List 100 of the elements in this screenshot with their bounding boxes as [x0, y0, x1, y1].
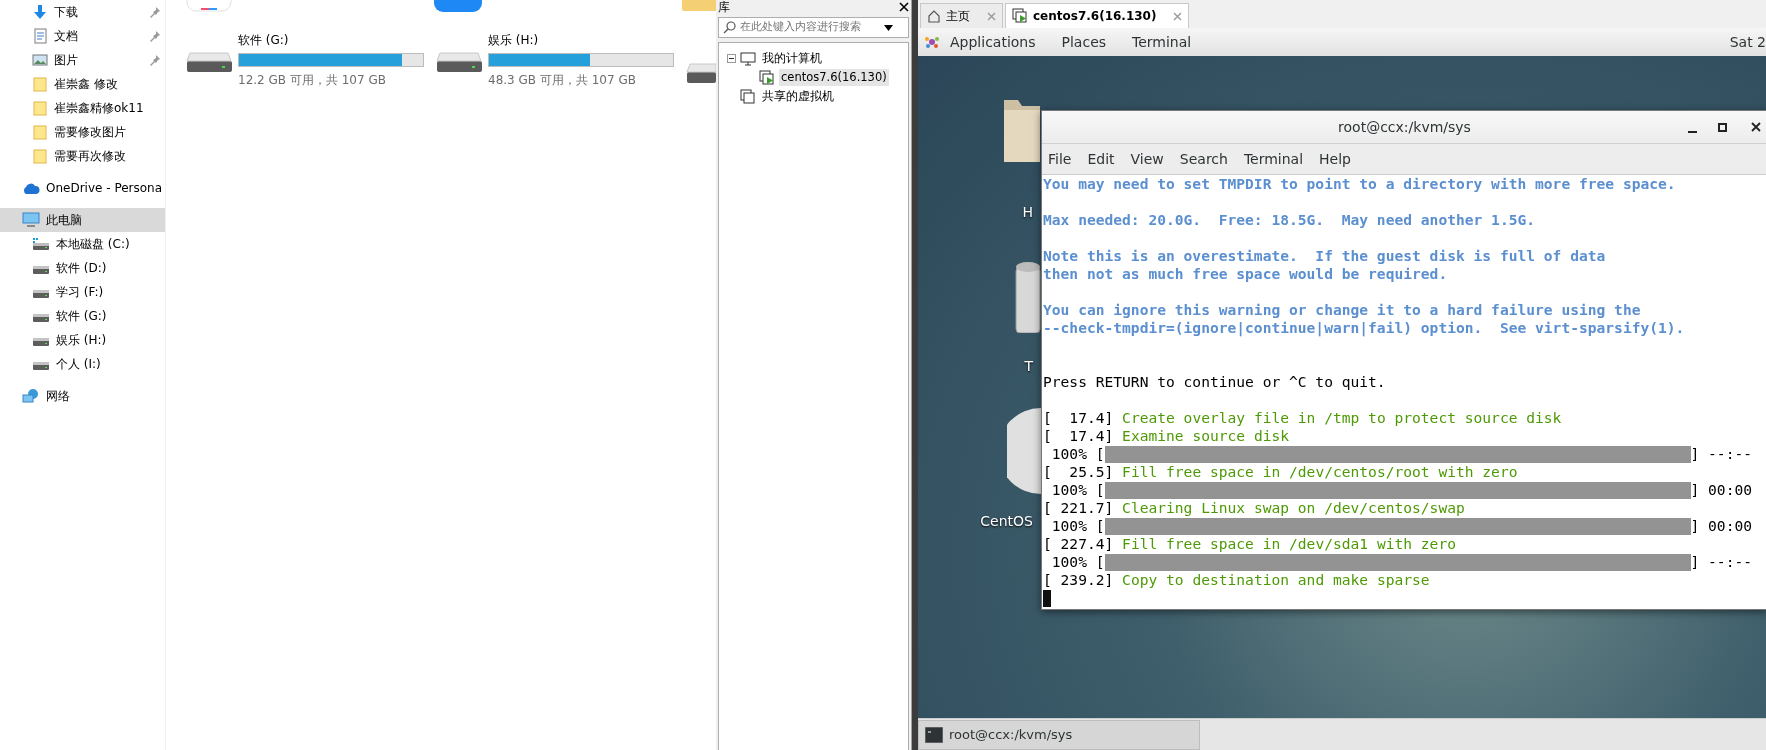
cloud-icon: [22, 181, 40, 195]
terminal-line: Clearing Linux swap on /dev/centos/swap: [1122, 499, 1465, 517]
sidebar-item[interactable]: 娱乐 (H:): [0, 328, 165, 352]
home-icon: [927, 9, 941, 23]
tree-item[interactable]: 我的计算机: [723, 49, 904, 68]
folder-icon: [32, 76, 48, 92]
collapse-icon: [727, 54, 736, 63]
sidebar-item[interactable]: OneDrive - Persona: [0, 176, 165, 200]
sidebar-item[interactable]: 软件 (G:): [0, 304, 165, 328]
sidebar-item[interactable]: 软件 (D:): [0, 256, 165, 280]
timestamp: [ 17.4]: [1043, 427, 1114, 445]
sidebar-item[interactable]: 此电脑: [0, 208, 165, 232]
sidebar-item[interactable]: 个人 (I:): [0, 352, 165, 376]
tab[interactable]: 主页: [920, 3, 1003, 28]
terminal-line: Max needed: 20.0G. Free: 18.5G. May need another 1.5G.: [1043, 211, 1536, 229]
progress-percent: 100% [: [1050, 445, 1105, 463]
network-icon: [22, 388, 40, 404]
drive-name: 娱乐 (H:): [488, 32, 540, 49]
menu-item[interactable]: Places: [1061, 31, 1107, 53]
progress-eta: ] --:--: [1690, 445, 1753, 463]
tab[interactable]: centos7.6(16.130): [1005, 3, 1190, 28]
dropdown-caret-icon: [884, 24, 893, 31]
sidebar-item[interactable]: 本地磁盘 (C:): [0, 232, 165, 256]
folder-icon: [682, 0, 716, 12]
terminal-icon: [925, 726, 943, 743]
progress-percent: 100% [: [1050, 481, 1105, 499]
timestamp: [ 25.5]: [1043, 463, 1114, 481]
virtual-machine-icon: [1012, 8, 1028, 24]
menu-item[interactable]: File: [1048, 148, 1072, 170]
progress-percent: 100% [: [1050, 553, 1105, 571]
taskbar-button[interactable]: root@ccx:/kvm/sys: [918, 719, 1200, 750]
document-icon: [32, 28, 48, 44]
progress-eta: ] --:--: [1690, 553, 1753, 571]
menu-item[interactable]: Applications: [950, 31, 1036, 53]
trash-can-icon: [1015, 261, 1041, 333]
menu-item[interactable]: View: [1130, 148, 1164, 170]
menu-item[interactable]: Terminal: [1132, 31, 1192, 53]
desktop-icon-label: T: [1024, 357, 1033, 376]
menu-item[interactable]: Terminal: [1243, 148, 1304, 170]
sidebar-item[interactable]: 下载: [0, 0, 165, 24]
search-icon: [723, 21, 736, 34]
clock: Sat 2: [1729, 32, 1766, 52]
minimize-icon: [1688, 131, 1697, 133]
folder-icon: [1004, 100, 1040, 162]
virtual-machine-icon: [759, 69, 775, 86]
close-icon: [987, 11, 996, 21]
drive-icon: [32, 237, 50, 251]
close-icon: [1751, 122, 1761, 132]
menu-item[interactable]: Edit: [1087, 148, 1115, 170]
timestamp: [ 227.4]: [1043, 535, 1114, 553]
sidebar-item[interactable]: 崔崇鑫精修ok11: [0, 96, 165, 120]
desktop-icon-label: H: [1022, 203, 1033, 222]
folder-icon: [32, 148, 48, 164]
drive-capacity: 48.3 GB 可用，共 107 GB: [488, 72, 637, 89]
terminal-line: Examine source disk: [1122, 427, 1290, 445]
sidebar-item[interactable]: 网络: [0, 384, 165, 408]
sidebar-item[interactable]: 文档: [0, 24, 165, 48]
drive-name: 软件 (G:): [238, 32, 290, 49]
gnome-foot-icon: [924, 34, 940, 50]
folder-icon: [32, 100, 48, 116]
terminal-line: Create overlay file in /tmp to protect source disk: [1122, 409, 1562, 427]
terminal-line: Copy to destination and make sparse: [1122, 571, 1430, 589]
timestamp: [ 221.7]: [1043, 499, 1114, 517]
close-icon: [1173, 11, 1183, 21]
terminal-line: You can ignore this warning or change it to a hard failure using the: [1043, 301, 1641, 319]
desktop-icon-label: CentOS: [980, 512, 1033, 531]
timestamp: [ 17.4]: [1043, 409, 1114, 427]
close-icon: [899, 2, 909, 12]
panel-title: 库: [718, 0, 730, 16]
progress-eta: ] 00:00: [1690, 481, 1753, 499]
stacked-windows-icon: [740, 88, 756, 105]
maximize-icon: [1718, 123, 1727, 132]
terminal-line: You may need to set TMPDIR to point to a directory with more free space.: [1043, 175, 1676, 193]
terminal-line: Fill free space in /dev/centos/root with zero: [1122, 463, 1518, 481]
progress-eta: ] 00:00: [1690, 517, 1753, 535]
terminal-line: Press RETURN to continue or ^C to quit.: [1043, 373, 1386, 391]
text-cursor: [1043, 589, 1051, 607]
sidebar-item[interactable]: 需要修改图片: [0, 120, 165, 144]
progress-percent: 100% [: [1050, 517, 1105, 535]
terminal-line: then not as much free space would be required.: [1043, 265, 1448, 283]
sidebar-item[interactable]: 需要再次修改: [0, 144, 165, 168]
download-arrow-icon: [32, 4, 48, 20]
drive-capacity: 12.2 GB 可用，共 107 GB: [238, 72, 387, 89]
terminal-line: Note this is an overestimate. If the guest disk is full of data: [1043, 247, 1606, 265]
menu-item[interactable]: Search: [1179, 148, 1228, 170]
sidebar-item[interactable]: 崔崇鑫 修改: [0, 72, 165, 96]
sidebar-item[interactable]: 图片: [0, 48, 165, 72]
menu-item[interactable]: Help: [1319, 148, 1351, 170]
app-icon: [434, 0, 482, 12]
tree-item[interactable]: 共享的虚拟机: [723, 87, 904, 106]
window-title: root@ccx:/kvm/sys: [1338, 117, 1471, 137]
terminal-line: --check-tmpdir=(ignore|continue|warn|fail) option. See virt-sparsify(1).: [1043, 319, 1685, 337]
picture-icon: [32, 52, 48, 68]
terminal-line: Fill free space in /dev/sda1 with zero: [1122, 535, 1456, 553]
monitor-icon: [22, 212, 40, 228]
sidebar-item[interactable]: 学习 (F:): [0, 280, 165, 304]
search-field[interactable]: 在此处键入内容进行搜索: [718, 17, 909, 38]
monitor-icon: [740, 50, 756, 67]
folder-icon: [32, 124, 48, 140]
timestamp: [ 239.2]: [1043, 571, 1114, 589]
